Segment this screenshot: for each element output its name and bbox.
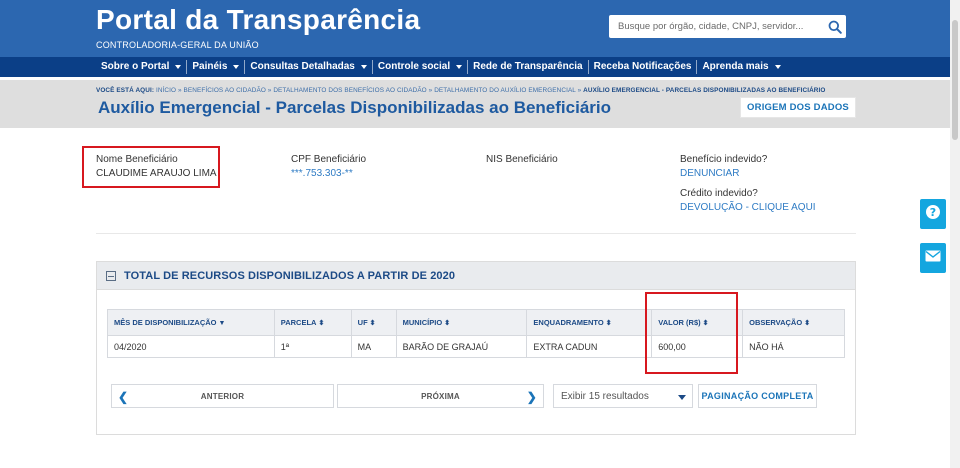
column-header-label: OBSERVAÇÃO	[749, 318, 803, 327]
column-header[interactable]: PARCELA ⬍	[273, 309, 352, 336]
breadcrumb-current: AUXÍLIO EMERGENCIAL - PARCELAS DISPONIBI…	[583, 87, 826, 94]
sort-icon[interactable]: ⬍	[444, 319, 450, 327]
nav-list: Sobre o Portal Painéis Consultas Detalhada…	[96, 57, 786, 77]
column-header-label: PARCELA	[280, 318, 317, 327]
search-icon[interactable]	[824, 15, 846, 38]
breadcrumb-separator: »	[267, 87, 272, 94]
contact-button[interactable]	[920, 243, 946, 273]
column-header[interactable]: MÊS DE DISPONIBILIZAÇÃO ▼	[107, 309, 275, 336]
sort-icon[interactable]: ⬍	[804, 319, 810, 327]
nav-item-1[interactable]: Painéis	[186, 60, 244, 74]
next-page-button[interactable]: PRÓXIMA ❯	[337, 384, 544, 408]
denunciar-link[interactable]: DENUNCIAR	[680, 168, 739, 179]
brand[interactable]: Portal da Transparência CONTROLADORIA-GE…	[96, 4, 420, 50]
table-cell: 1ª	[273, 335, 352, 358]
nav-item-label: Receba Notificações	[593, 61, 692, 72]
results-selected: Exibir 15 resultados	[561, 390, 649, 402]
search-input[interactable]	[609, 15, 824, 38]
nav-item-4[interactable]: Rede de Transparência	[467, 60, 588, 74]
column-header[interactable]: UF ⬍	[350, 309, 397, 336]
chevron-down-icon	[175, 65, 182, 69]
nav-item-0[interactable]: Sobre o Portal	[96, 60, 186, 74]
chevron-down-icon	[233, 65, 240, 69]
table-cell: BARÃO DE GRAJAÚ	[395, 335, 528, 358]
breadcrumb-separator: »	[577, 87, 582, 94]
column-header[interactable]: MUNICÍPIO ⬍	[395, 309, 528, 336]
page-title: Auxílio Emergencial - Parcelas Disponibi…	[98, 98, 612, 117]
breadcrumb-link[interactable]: DETALHAMENTO DOS BENEFÍCIOS AO CIDADÃO	[273, 87, 426, 94]
table-cell: EXTRA CADUN	[526, 335, 653, 358]
breadcrumb-separator: »	[428, 87, 433, 94]
chevron-down-icon	[456, 65, 463, 69]
results-per-page-select[interactable]: Exibir 15 resultados	[553, 384, 693, 408]
main-nav: Sobre o Portal Painéis Consultas Detalhada…	[0, 57, 950, 77]
sort-icon[interactable]: ⬍	[606, 319, 612, 327]
table-cell: MA	[350, 335, 397, 358]
sort-icon[interactable]: ▼	[219, 320, 226, 327]
nav-item-label: Consultas Detalhadas	[250, 61, 355, 72]
nav-item-3[interactable]: Controle social	[371, 60, 467, 74]
page: Portal da Transparência CONTROLADORIA-GE…	[0, 0, 960, 468]
chevron-down-icon	[774, 65, 781, 69]
search-box	[609, 15, 846, 38]
cpf-value: ***.753.303-**	[291, 168, 353, 179]
breadcrumb: VOCÊ ESTÁ AQUI: INÍCIO » BENEFÍCIOS AO C…	[96, 87, 825, 94]
paginacao-completa-button[interactable]: PAGINAÇÃO COMPLETA	[698, 384, 817, 408]
svg-text:?: ?	[930, 206, 936, 219]
portal-subtitle: CONTROLADORIA-GERAL DA UNIÃO	[96, 40, 259, 50]
portal-title[interactable]: Portal da Transparência	[96, 4, 420, 36]
chevron-left-icon: ❮	[118, 390, 129, 404]
scroll-thumb[interactable]	[952, 20, 958, 140]
nav-item-6[interactable]: Aprenda mais	[696, 60, 785, 74]
credito-indevido-label: Crédito indevido?	[680, 188, 758, 199]
column-header-label: UF	[357, 318, 368, 327]
envelope-icon	[925, 249, 941, 267]
breadcrumb-prefix: VOCÊ ESTÁ AQUI:	[96, 87, 155, 94]
collapse-icon[interactable]	[106, 271, 116, 281]
site-header: Portal da Transparência CONTROLADORIA-GE…	[0, 0, 960, 57]
breadcrumb-link[interactable]: BENEFÍCIOS AO CIDADÃO	[184, 87, 266, 94]
previous-page-button[interactable]: ❮ ANTERIOR	[111, 384, 334, 408]
column-header-label: ENQUADRAMENTO	[533, 318, 604, 327]
question-icon: ?	[925, 204, 941, 225]
nav-item-label: Controle social	[377, 61, 451, 72]
highlight-name	[82, 146, 220, 188]
nav-item-label: Aprenda mais	[702, 61, 769, 72]
nav-item-label: Rede de Transparência	[473, 61, 583, 72]
panel-title: TOTAL DE RECURSOS DISPONIBILIZADOS A PAR…	[124, 270, 456, 282]
highlight-valor	[645, 292, 738, 374]
column-header-label: MUNICÍPIO	[402, 318, 443, 327]
nav-item-label: Painéis	[192, 61, 228, 72]
sort-icon[interactable]: ⬍	[370, 319, 376, 327]
beneficio-indevido-label: Benefício indevido?	[680, 154, 768, 165]
nis-label: NIS Beneficiário	[486, 154, 558, 165]
breadcrumb-link[interactable]: DETALHAMENTO DO AUXÍLIO EMERGENCIAL	[434, 87, 576, 94]
column-header-label: MÊS DE DISPONIBILIZAÇÃO	[114, 318, 217, 327]
breadcrumb-link[interactable]: INÍCIO	[156, 87, 176, 94]
table-cell: NÃO HÁ	[742, 335, 845, 358]
divider	[96, 233, 856, 234]
chevron-right-icon: ❯	[526, 390, 537, 404]
devolucao-link[interactable]: DEVOLUÇÃO - CLIQUE AQUI	[680, 202, 816, 213]
chevron-down-icon	[360, 65, 367, 69]
cpf-label: CPF Beneficiário	[291, 154, 367, 165]
nav-item-2[interactable]: Consultas Detalhadas	[244, 60, 371, 74]
sort-icon[interactable]: ⬍	[318, 319, 324, 327]
nav-item-5[interactable]: Receba Notificações	[587, 60, 697, 74]
recursos-panel: TOTAL DE RECURSOS DISPONIBILIZADOS A PAR…	[96, 261, 856, 435]
help-button[interactable]: ?	[920, 199, 946, 229]
column-header[interactable]: OBSERVAÇÃO ⬍	[742, 309, 845, 336]
panel-header[interactable]: TOTAL DE RECURSOS DISPONIBILIZADOS A PAR…	[97, 262, 855, 290]
next-label: PRÓXIMA	[421, 391, 460, 401]
origem-dos-dados-button[interactable]: ORIGEM DOS DADOS	[740, 97, 856, 118]
breadcrumb-separator: »	[178, 87, 182, 94]
chevron-down-icon	[678, 395, 686, 400]
table-cell: 04/2020	[107, 335, 275, 358]
previous-label: ANTERIOR	[200, 391, 245, 401]
column-header[interactable]: ENQUADRAMENTO ⬍	[526, 309, 653, 336]
nav-item-label: Sobre o Portal	[101, 61, 170, 72]
